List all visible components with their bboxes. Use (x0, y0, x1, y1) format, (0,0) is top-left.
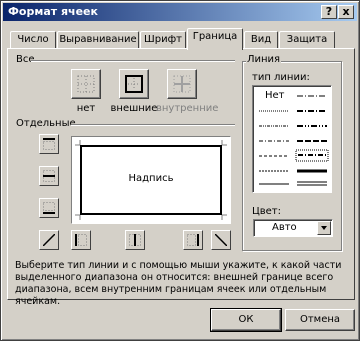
preset-outline-button[interactable] (119, 69, 149, 99)
tab-number[interactable]: Число (10, 31, 56, 49)
presets-divider (31, 60, 235, 62)
line-section-label: Линия (246, 54, 282, 65)
preset-inside-label: внутренние (156, 103, 219, 114)
close-icon: x (342, 5, 350, 18)
right-border-icon (187, 234, 199, 246)
border-diagonal-down-button[interactable] (211, 230, 231, 250)
diagonal-down-border-icon (215, 234, 227, 246)
line-color-select[interactable]: Авто (253, 219, 333, 237)
tab-strip: Число Выравнивание Шрифт Граница Вид Защ… (1, 27, 360, 50)
preset-none-button[interactable] (71, 69, 101, 99)
border-right-button[interactable] (183, 230, 203, 250)
line-style-list[interactable]: Нет (252, 85, 332, 193)
inside-horizontal-border-icon (43, 170, 55, 182)
cancel-button[interactable]: Отмена (285, 309, 355, 331)
border-section-label: Отдельные (15, 118, 77, 129)
help-icon: ? (325, 5, 333, 18)
tab-protection[interactable]: Защита (279, 31, 335, 49)
dialog-title: Формат ячеек (8, 5, 98, 18)
ok-button[interactable]: ОК (210, 308, 282, 332)
border-divider (71, 124, 235, 126)
line-style-label: тип линии: (252, 72, 310, 83)
close-button[interactable]: x (338, 5, 354, 19)
preset-outline-label: внешние (110, 103, 158, 114)
line-color-label: Цвет: (252, 206, 282, 217)
bottom-border-icon (43, 202, 55, 214)
left-border-icon (75, 234, 87, 246)
inside-border-icon (173, 75, 191, 93)
preset-inside-button[interactable] (167, 69, 197, 99)
chevron-down-icon (321, 226, 327, 230)
tab-patterns[interactable]: Вид (244, 31, 278, 49)
line-color-dropdown-button[interactable] (317, 221, 331, 235)
border-left-button[interactable] (71, 230, 91, 250)
border-inside-vertical-button[interactable] (125, 230, 145, 250)
top-border-icon (43, 138, 55, 150)
border-inside-horizontal-button[interactable] (39, 166, 59, 186)
preview-text: Надпись (128, 173, 174, 184)
tab-font[interactable]: Шрифт (140, 31, 186, 49)
title-bar[interactable]: Формат ячеек ? x (3, 3, 357, 21)
line-color-value: Авто (272, 222, 297, 233)
line-style-swatches-icon (259, 95, 329, 186)
outline-border-icon (125, 75, 143, 93)
border-diagonal-up-button[interactable] (39, 230, 59, 250)
tab-border[interactable]: Граница (187, 28, 243, 50)
diagonal-up-border-icon (43, 234, 55, 246)
help-button[interactable]: ? (321, 5, 337, 19)
tab-alignment[interactable]: Выравнивание (57, 31, 139, 49)
border-top-button[interactable] (39, 134, 59, 154)
format-cells-dialog: Формат ячеек ? x Число Выравнивание Шриф… (0, 0, 360, 341)
border-help-text: Выберите тип линии и с помощью мыши укаж… (15, 260, 342, 307)
inside-vertical-border-icon (129, 234, 141, 246)
no-border-icon (77, 75, 95, 93)
border-bottom-button[interactable] (39, 198, 59, 218)
border-preview[interactable]: Надпись (71, 136, 231, 224)
